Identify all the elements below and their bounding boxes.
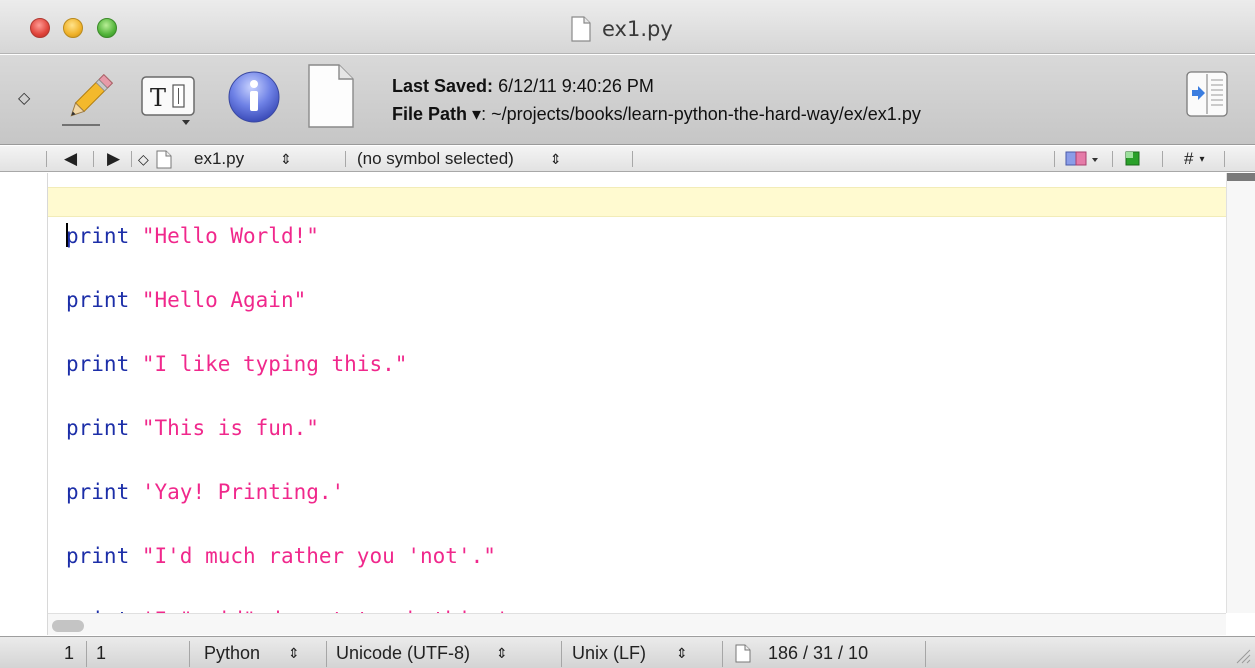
- status-green-icon[interactable]: [1124, 151, 1144, 167]
- string-literal: "Hello World!": [141, 224, 319, 248]
- language-label: Python: [204, 642, 261, 663]
- code-editor[interactable]: print "Hello World!" print "Hello Again"…: [0, 173, 1255, 635]
- encoding-label: Unicode (UTF-8): [336, 642, 471, 663]
- status-separator: [189, 641, 190, 667]
- file-path-row: File Path ▾: ~/projects/books/learn-pyth…: [392, 100, 921, 128]
- resize-grip-icon[interactable]: [1233, 646, 1251, 664]
- horizontal-scroll-thumb[interactable]: [52, 620, 84, 632]
- title-bar: ex1.py: [0, 0, 1255, 54]
- file-popup[interactable]: ex1.py ⇕: [182, 146, 292, 172]
- toolbar: ◇ T Last Saved: 6/12/11 9:40:26 PM File …: [0, 55, 1255, 145]
- code-line: print "I like typing this.": [66, 348, 509, 380]
- nav-separator: [1112, 151, 1113, 167]
- nav-separator: [93, 151, 94, 167]
- horizontal-scrollbar[interactable]: [48, 613, 1226, 635]
- file-popup-arrows-icon: ⇕: [280, 150, 292, 167]
- file-path-value: ~/projects/books/learn-python-the-hard-w…: [491, 104, 921, 124]
- code-line: print 'Yay! Printing.': [66, 476, 509, 508]
- nav-separator: [1162, 151, 1163, 167]
- keyword: print: [66, 224, 130, 248]
- gutter-divider: [47, 173, 48, 635]
- line-number-popup[interactable]: # ▾: [1184, 146, 1205, 172]
- symbol-popup-label: (no symbol selected): [357, 149, 514, 168]
- vertical-scrollbar[interactable]: [1226, 173, 1255, 613]
- keyword: print: [66, 480, 130, 504]
- encoding-arrows-icon: ⇕: [496, 644, 508, 661]
- keyword: print: [66, 416, 130, 440]
- minimize-window-button[interactable]: [63, 18, 83, 38]
- line-endings-arrows-icon: ⇕: [676, 644, 688, 661]
- status-separator: [722, 641, 723, 667]
- navigation-bar: ◀ ▶ ◇ ex1.py ⇕ (no symbol selected) ⇕ # …: [0, 146, 1255, 172]
- close-window-button[interactable]: [30, 18, 50, 38]
- status-separator: [86, 641, 87, 667]
- document-page-icon: [308, 64, 354, 128]
- svg-text:T: T: [150, 84, 166, 112]
- string-literal: "Hello Again": [141, 288, 307, 312]
- file-path-separator: :: [481, 104, 487, 124]
- keyword: print: [66, 352, 130, 376]
- line-endings-popup[interactable]: Unix (LF) ⇕: [572, 637, 688, 668]
- nav-separator: [1224, 151, 1225, 167]
- document-stats: 186 / 31 / 10: [768, 642, 869, 663]
- bookmarks-icon[interactable]: [1065, 151, 1099, 167]
- document-stats-icon: [735, 644, 751, 663]
- string-literal: "I'd much rather you 'not'.": [141, 544, 496, 568]
- nav-separator: [632, 151, 633, 167]
- toolbar-toggle-icon[interactable]: ◇: [18, 88, 30, 108]
- code-text[interactable]: print "Hello World!" print "Hello Again"…: [66, 188, 509, 668]
- language-arrows-icon: ⇕: [288, 644, 300, 661]
- string-literal: 'Yay! Printing.': [141, 480, 345, 504]
- code-line: print "This is fun.": [66, 412, 509, 444]
- document-icon: [571, 16, 591, 42]
- string-literal: "I like typing this.": [141, 352, 408, 376]
- keyword: print: [66, 544, 130, 568]
- symbol-popup[interactable]: (no symbol selected) ⇕: [357, 146, 562, 172]
- line-number: 1: [64, 642, 75, 663]
- file-path-arrow-icon: ▾: [472, 104, 482, 124]
- window-title: ex1.py: [570, 14, 673, 44]
- code-line: print "Hello World!": [66, 220, 509, 252]
- language-popup[interactable]: Python ⇕: [204, 637, 300, 668]
- split-handle[interactable]: [1227, 173, 1255, 181]
- file-info: Last Saved: 6/12/11 9:40:26 PM File Path…: [392, 72, 921, 128]
- info-icon[interactable]: [226, 69, 282, 125]
- hash-label: #: [1184, 149, 1194, 168]
- zoom-window-button[interactable]: [97, 18, 117, 38]
- code-line: print "Hello Again": [66, 284, 509, 316]
- status-separator: [326, 641, 327, 667]
- symbol-popup-arrows-icon: ⇕: [549, 150, 562, 167]
- nav-separator: [345, 151, 346, 167]
- counterpart-icon[interactable]: ◇: [138, 146, 149, 172]
- pencil-icon[interactable]: [60, 69, 118, 127]
- line-endings-label: Unix (LF): [572, 642, 647, 663]
- nav-separator: [1054, 151, 1055, 167]
- keyword: print: [66, 288, 130, 312]
- file-popup-label: ex1.py: [194, 149, 245, 168]
- hash-dropdown-icon: ▾: [1199, 153, 1205, 165]
- file-icon: [156, 150, 172, 169]
- last-saved-label: Last Saved:: [392, 76, 494, 96]
- nav-separator: [46, 151, 47, 167]
- forward-button[interactable]: ▶: [107, 146, 120, 172]
- last-saved-value: 6/12/11 9:40:26 PM: [498, 76, 654, 96]
- string-literal: "This is fun.": [141, 416, 319, 440]
- back-button[interactable]: ◀: [64, 146, 77, 172]
- status-separator: [925, 641, 926, 667]
- text-options-icon[interactable]: T: [140, 73, 198, 127]
- file-path-label: File Path: [392, 104, 468, 124]
- column-number: 1: [96, 642, 107, 663]
- file-path-popup[interactable]: File Path ▾: [392, 104, 481, 124]
- window-title-text: ex1.py: [602, 17, 673, 41]
- encoding-popup[interactable]: Unicode (UTF-8) ⇕: [336, 637, 508, 668]
- nav-separator: [131, 151, 132, 167]
- status-separator: [561, 641, 562, 667]
- code-line: print "I'd much rather you 'not'.": [66, 540, 509, 572]
- last-saved-row: Last Saved: 6/12/11 9:40:26 PM: [392, 72, 921, 100]
- split-view-icon[interactable]: [1186, 69, 1228, 119]
- status-bar: 1 1 Python ⇕ Unicode (UTF-8) ⇕ Unix (LF)…: [0, 636, 1255, 668]
